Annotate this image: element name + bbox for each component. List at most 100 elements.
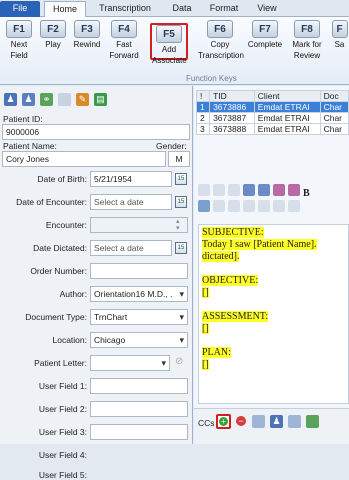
cell: 3673887 (209, 112, 255, 124)
insert-icon[interactable] (258, 200, 270, 212)
copy-icon[interactable] (213, 184, 225, 196)
calendar-icon[interactable]: 15 (175, 173, 187, 185)
indent-icon[interactable] (228, 200, 240, 212)
f4-key-icon: F4 (111, 20, 137, 38)
calendar-icon[interactable]: 15 (175, 196, 187, 208)
complete-button[interactable]: F7 Complete (245, 20, 285, 74)
tab-home[interactable]: Home (44, 1, 86, 17)
col-client[interactable]: Client (253, 90, 321, 102)
f1-key-icon: F1 (6, 20, 32, 38)
location-dropdown[interactable]: Chicago (90, 332, 188, 348)
button-label: Fast (116, 40, 132, 49)
dictated-date-field[interactable]: Select a date (90, 240, 172, 256)
user-search-icon[interactable]: ♟ (22, 92, 35, 106)
gender-field[interactable]: M (168, 151, 190, 167)
mark-for-review-button[interactable]: F8 Mark for Review (287, 20, 327, 74)
encounter-field[interactable] (90, 217, 188, 233)
tab-transcription[interactable]: Transcription (92, 1, 158, 17)
undo-icon[interactable] (243, 184, 255, 196)
user-field-1[interactable] (90, 378, 188, 394)
col-doc[interactable]: Doc (319, 90, 349, 102)
remove-icon[interactable]: − (236, 416, 246, 426)
objective-heading: OBJECTIVE: (202, 275, 259, 286)
redo-icon[interactable] (258, 184, 270, 196)
order-number-field[interactable] (90, 263, 188, 279)
export-icon[interactable] (306, 415, 319, 428)
highlight-icon[interactable] (273, 184, 285, 196)
f6-key-icon: F6 (207, 20, 233, 38)
clear-icon[interactable]: ⊘ (175, 356, 183, 367)
f7-key-icon: F7 (252, 20, 278, 38)
patient-name-label: Patient Name: (3, 141, 57, 151)
link-icon[interactable]: ⚭ (40, 92, 53, 106)
subjective-text: dictated]. (202, 251, 240, 262)
user-icon[interactable]: ♟ (270, 415, 283, 428)
document-type-dropdown[interactable]: TrnChart (90, 309, 188, 325)
format-toolbar (198, 200, 303, 214)
col-tid[interactable]: TID (209, 90, 255, 102)
rewind-button[interactable]: F3 Rewind (69, 20, 105, 74)
table-row[interactable]: 1 3673886 Emdat ETRAI Char (195, 101, 349, 113)
cell: Char (319, 112, 349, 124)
tab-file[interactable]: File (0, 1, 40, 17)
f-key-icon: F (331, 20, 348, 38)
edit-icon[interactable]: ✎ (76, 92, 89, 106)
encounter-label: Encounter: (45, 220, 87, 230)
button-label: Mark for (292, 40, 322, 49)
author-dropdown[interactable]: Orientation16 M.D., . (90, 286, 188, 302)
table-icon[interactable] (243, 200, 255, 212)
dictated-date-label: Date Dictated: (33, 243, 87, 253)
paste-icon[interactable] (228, 184, 240, 196)
patient-letter-dropdown[interactable] (90, 355, 170, 371)
user-field-3[interactable] (90, 424, 188, 440)
format-icon[interactable] (288, 200, 300, 212)
objective-field[interactable]: [] (202, 287, 209, 298)
patient-letter-label: Patient Letter: (34, 358, 87, 368)
fast-forward-button[interactable]: F4 Fast Forward (106, 20, 142, 74)
encounter-date-label: Date of Encounter: (16, 197, 87, 207)
ccs-label: CCs (198, 418, 215, 428)
cell: 3 (195, 123, 211, 135)
unhighlight-icon[interactable] (288, 184, 300, 196)
calendar-icon[interactable]: 15 (175, 242, 187, 254)
patient-name-field[interactable]: Cory Jones (2, 151, 166, 167)
tab-view[interactable]: View (252, 1, 282, 17)
bold-icon[interactable]: B (303, 188, 315, 200)
cell: Char (319, 123, 349, 135)
save-button[interactable]: F Sa (330, 20, 349, 74)
table-row[interactable]: 2 3673887 Emdat ETRAI Char (195, 112, 349, 124)
add-associate-button[interactable]: F5 Add Associate (150, 23, 188, 65)
contacts-icon[interactable] (252, 415, 265, 428)
f2-key-icon: F2 (40, 20, 66, 38)
list-icon[interactable] (213, 200, 225, 212)
play-button[interactable]: F2 Play (35, 20, 71, 74)
spinner-icon[interactable]: ▴ ▾ (176, 218, 180, 232)
add-cc-button[interactable]: + (216, 414, 231, 429)
dob-field[interactable]: 5/21/1954 (90, 171, 172, 187)
align-icon[interactable] (198, 200, 210, 212)
next-field-button[interactable]: F1 Next Field (1, 20, 37, 74)
user-field-3-label: User Field 3: (38, 427, 87, 437)
plan-field[interactable]: [] (202, 359, 209, 370)
cell: 3673886 (209, 101, 255, 113)
user-field-2[interactable] (90, 401, 188, 417)
document-type-label: Document Type: (25, 312, 87, 322)
transcription-editor[interactable]: SUBJECTIVE: Today I saw [Patient Name]. … (198, 224, 349, 404)
tab-format[interactable]: Format (206, 1, 242, 17)
patient-id-field[interactable]: 9000006 (2, 124, 190, 140)
f8-key-icon: F8 (294, 20, 320, 38)
location-label: Location: (52, 335, 88, 345)
assessment-field[interactable]: [] (202, 323, 209, 334)
copy-transcription-button[interactable]: F6 Copy Transcription (198, 20, 244, 74)
col-flag[interactable]: ! (195, 90, 211, 102)
user-icon[interactable]: ♟ (4, 92, 17, 106)
user-field-4-label: User Field 4: (38, 450, 87, 460)
encounter-date-field[interactable]: Select a date (90, 194, 172, 210)
user-search-icon[interactable] (288, 415, 301, 428)
field-icon[interactable] (273, 200, 285, 212)
button-label: Complete (247, 40, 283, 49)
table-row[interactable]: 3 3673888 Emdat ETRAI Char (195, 123, 349, 135)
tab-data[interactable]: Data (168, 1, 196, 17)
export-icon[interactable]: ▤ (94, 92, 107, 106)
cut-icon[interactable] (198, 184, 210, 196)
